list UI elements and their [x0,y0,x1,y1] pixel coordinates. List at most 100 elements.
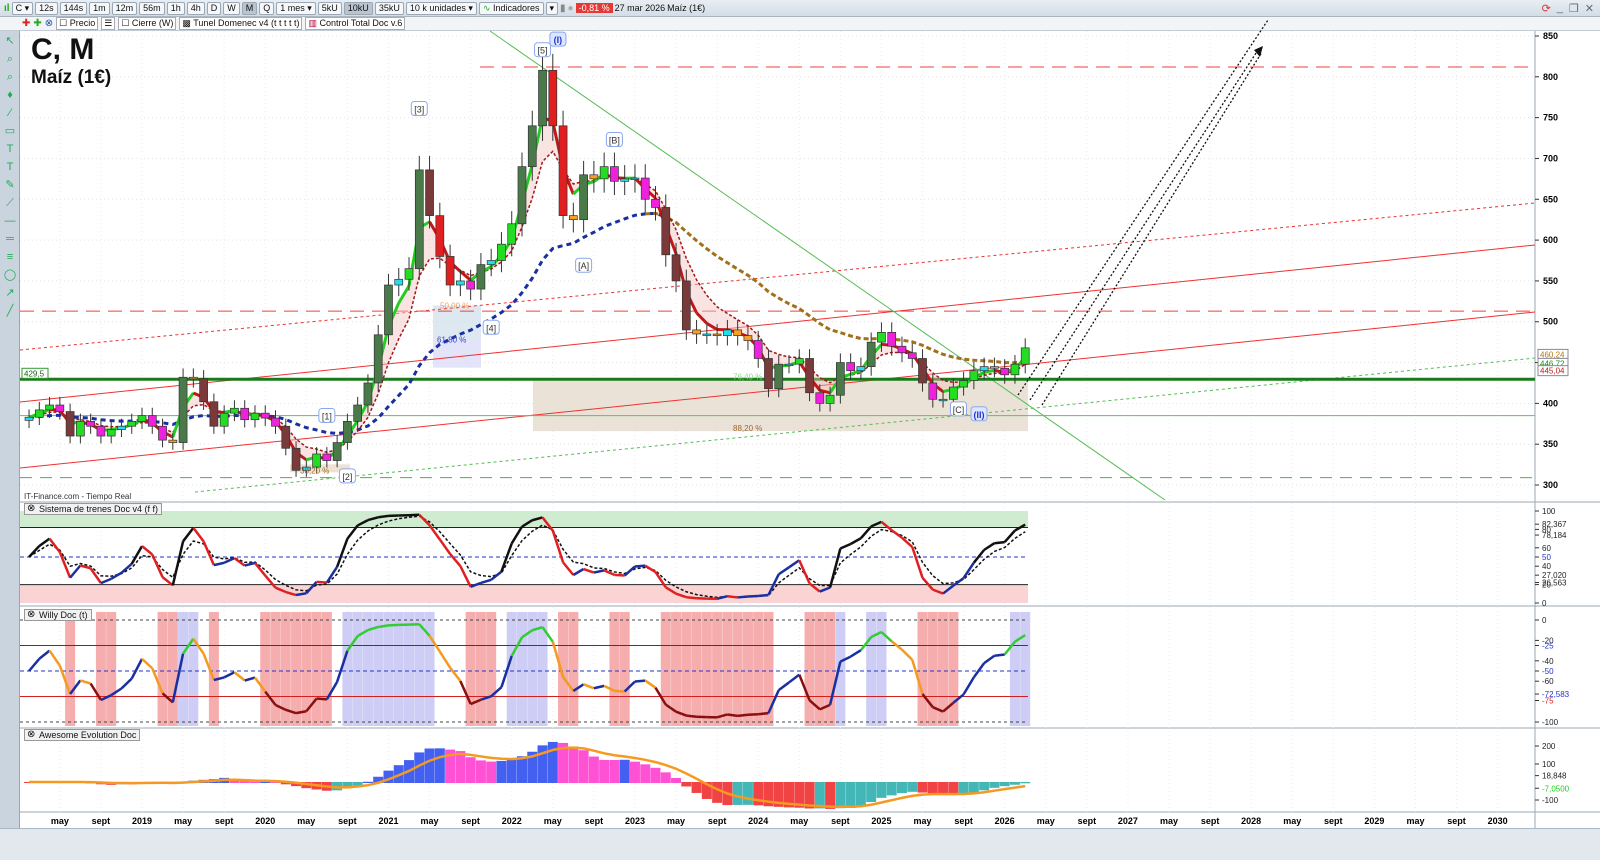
oscillator-segment [233,557,246,567]
data-source: IT-Finance.com - Tiempo Real [24,492,132,501]
awesome-histogram-bar [671,778,682,783]
candle-body [65,411,75,437]
oscillator-segment [459,565,472,588]
candle-body [291,447,301,471]
time-tick-label: may [1283,816,1301,826]
panel-title-awesome[interactable]: Awesome Evolution Doc [24,729,141,741]
candle-body [599,166,609,180]
candle-body [681,280,691,331]
red-dotted-channel-line [19,202,1536,351]
awesome-histogram-bar [999,782,1010,787]
candle-body [106,429,116,437]
wave-label: [5] [538,46,548,56]
candle-body [979,366,989,372]
panel-tick-label: 18,848 [1542,772,1567,781]
candle-body [435,215,445,257]
willy-zone-bar [866,612,877,726]
time-tick-label: may [544,816,562,826]
panel-tick-label: -7,0500 [1542,784,1570,793]
awesome-histogram-bar [578,750,589,783]
time-tick-label: sept [954,816,973,826]
willy-zone-bar [732,612,743,726]
fib-label: 88,20 % [733,424,762,433]
wave-label: [B] [609,135,620,145]
candle-body [1000,367,1010,376]
candle-body [86,420,96,427]
wave-label: [C] [953,405,965,415]
panel-tick-label: 0 [1542,599,1547,608]
candle-body [189,376,198,380]
candle-body [610,166,619,182]
bottom-scroll-bar[interactable] [0,828,1600,860]
candle-body [733,329,743,336]
chart-canvas[interactable]: may sept 2019 may sept 2020 may sept 2021 may sept… [0,0,1600,828]
candle-body [856,366,866,372]
time-tick-label: 2027 [1118,816,1138,826]
price-tick-label: 350 [1543,439,1558,449]
oscillator-segment [490,570,503,581]
willy-line-segment [130,658,144,680]
awesome-histogram-bar [455,751,466,783]
panel-tick-label: 40 [1542,562,1551,571]
oscillator-segment [890,529,903,539]
panel-tick-label: -100 [1542,718,1559,727]
willy-line-segment [223,671,235,679]
candle-body [897,345,907,354]
candle-body [497,243,506,261]
candle-body [907,352,917,359]
willy-zone-bar [619,612,630,726]
candle-body [219,412,229,427]
red-channel-lower-line [19,311,1536,469]
time-tick-label: may [421,816,439,826]
candle-body [538,69,547,127]
willy-line-segment [593,684,605,690]
time-tick-label: 2019 [132,816,152,826]
willy-line-segment [849,649,862,658]
awesome-histogram-bar [886,782,897,796]
willy-zone-bar [352,612,363,726]
candle-body [137,415,147,422]
candle-body [363,382,373,406]
awesome-histogram-bar [424,748,435,783]
chart-subtitle: Maíz (1€) [31,67,112,88]
panel-tick-label: -100 [1542,796,1559,805]
candle-body [805,358,814,394]
oscillator-segment [151,553,164,578]
willy-line-segment [120,677,133,690]
oscillator-segment [623,565,636,577]
candle-body [938,398,948,402]
panel-tick-label: 100 [1542,760,1556,769]
time-tick-label: 2030 [1488,816,1508,826]
willy-zone-bar [660,612,671,726]
willy-line-segment [438,650,452,669]
time-tick-label: 2024 [748,816,768,826]
candle-body [260,412,270,419]
willy-zone-bar [876,612,887,726]
candle-body [887,332,897,347]
time-tick-label: may [174,816,192,826]
panel-tick-label: -25 [1542,642,1554,651]
arrowhead-icon [1254,46,1263,57]
willy-line-segment [28,657,41,672]
panel-tick-label: 200 [1542,742,1556,751]
candle-body [414,169,424,270]
oscillator-segment [316,580,327,584]
willy-zone-bar [260,612,271,726]
candle-body [620,178,630,182]
willy-zone-bar [722,612,733,726]
panel-title-trenes[interactable]: Sistema de trenes Doc v4 (f f) [24,503,163,515]
candle-body [877,332,886,343]
candle-body [384,284,393,336]
wave-label: [1] [322,411,332,421]
price-tick-label: 800 [1543,72,1558,82]
time-tick-label: sept [1201,816,1220,826]
oscillator-segment [901,536,914,548]
candle-body [24,416,34,421]
panel-title-willy[interactable]: Willy Doc (t) [24,609,92,621]
oscillator-segment [161,576,174,587]
oscillator-segment [686,595,697,600]
willy-line-segment [244,676,256,682]
willy-zone-bar [95,612,106,726]
oscillator-segment [593,569,605,574]
awesome-histogram-bar [568,746,579,783]
